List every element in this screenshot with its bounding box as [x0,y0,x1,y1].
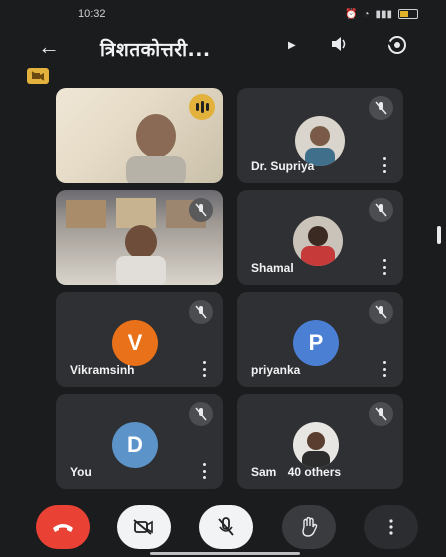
mic-off-icon [369,198,393,222]
meeting-title[interactable]: त्रिशतकोत्तरी... [100,36,211,62]
speaker-icon[interactable] [330,36,348,57]
participant-tile[interactable]: Shamal [237,190,403,285]
camera-toggle-button[interactable] [117,505,171,549]
participant-name: Dr. Supriya [251,159,315,173]
mic-off-icon [189,300,213,324]
avatar [293,422,339,468]
meeting-header: ← त्रिशतकोत्तरी... ▶ [0,30,446,66]
participant-tile-video-1[interactable] [56,88,223,183]
others-count: 40 others [287,465,342,479]
phone-hangup-icon [53,524,73,532]
more-vert-icon[interactable] [203,361,207,377]
signal-icon: ▮▮▮ [375,8,392,20]
more-vert-icon[interactable] [383,259,387,275]
more-vert-icon [389,519,393,535]
status-time: 10:32 [78,8,106,20]
more-options-button[interactable] [364,505,418,549]
more-vert-icon[interactable] [383,361,387,377]
participant-name: priyanka [251,363,301,377]
mic-toggle-button[interactable] [199,505,253,549]
camera-off-icon [133,519,153,535]
call-controls [0,497,446,557]
avatar: V [112,320,158,366]
participant-name: Vikramsinh [70,363,135,377]
more-vert-icon[interactable] [203,463,207,479]
home-indicator[interactable] [150,552,300,555]
avatar: D [112,422,158,468]
wifi-icon: ◔ [363,8,370,20]
raise-hand-button[interactable] [282,505,336,549]
participant-tile[interactable]: V Vikramsinh [56,292,223,387]
participant-name-sam: Sam [251,465,277,479]
battery-icon [398,9,418,19]
switch-camera-icon[interactable] [386,34,408,56]
cast-icon[interactable]: ▶ [288,40,296,51]
mic-off-icon [189,198,213,222]
end-call-button[interactable] [36,505,90,549]
participant-tile-self[interactable]: D You [56,394,223,489]
participant-tile-video-2[interactable] [56,190,223,285]
alarm-icon: ⏰ [344,8,358,20]
avatar-initial: V [127,330,143,355]
hand-icon [302,517,318,537]
participant-video-person [126,114,186,183]
back-arrow-icon[interactable]: ← [38,34,60,60]
status-icons: ⏰ ◔ ▮▮▮ [345,9,418,20]
recording-badge-icon [27,68,49,84]
mic-off-icon [369,300,393,324]
avatar-initial: P [308,330,324,355]
participant-name: You [70,465,92,479]
avatar: P [293,320,339,366]
mic-off-icon [218,517,234,536]
participant-tile[interactable]: Dr. Supriya [237,88,403,183]
scroll-handle[interactable] [437,226,441,244]
participant-name: Shamal [251,261,294,275]
more-vert-icon[interactable] [383,157,387,173]
participant-name: Sam 40 others [251,465,341,479]
mic-off-icon [189,402,213,426]
speaking-indicator-icon [189,94,215,120]
avatar [293,216,343,266]
status-bar: 10:32 ⏰ ◔ ▮▮▮ [0,0,446,28]
avatar-initial: D [127,432,143,457]
participant-tile-others[interactable]: Sam 40 others [237,394,403,489]
mic-off-icon [369,96,393,120]
participant-tile[interactable]: P priyanka [237,292,403,387]
mic-off-icon [369,402,393,426]
